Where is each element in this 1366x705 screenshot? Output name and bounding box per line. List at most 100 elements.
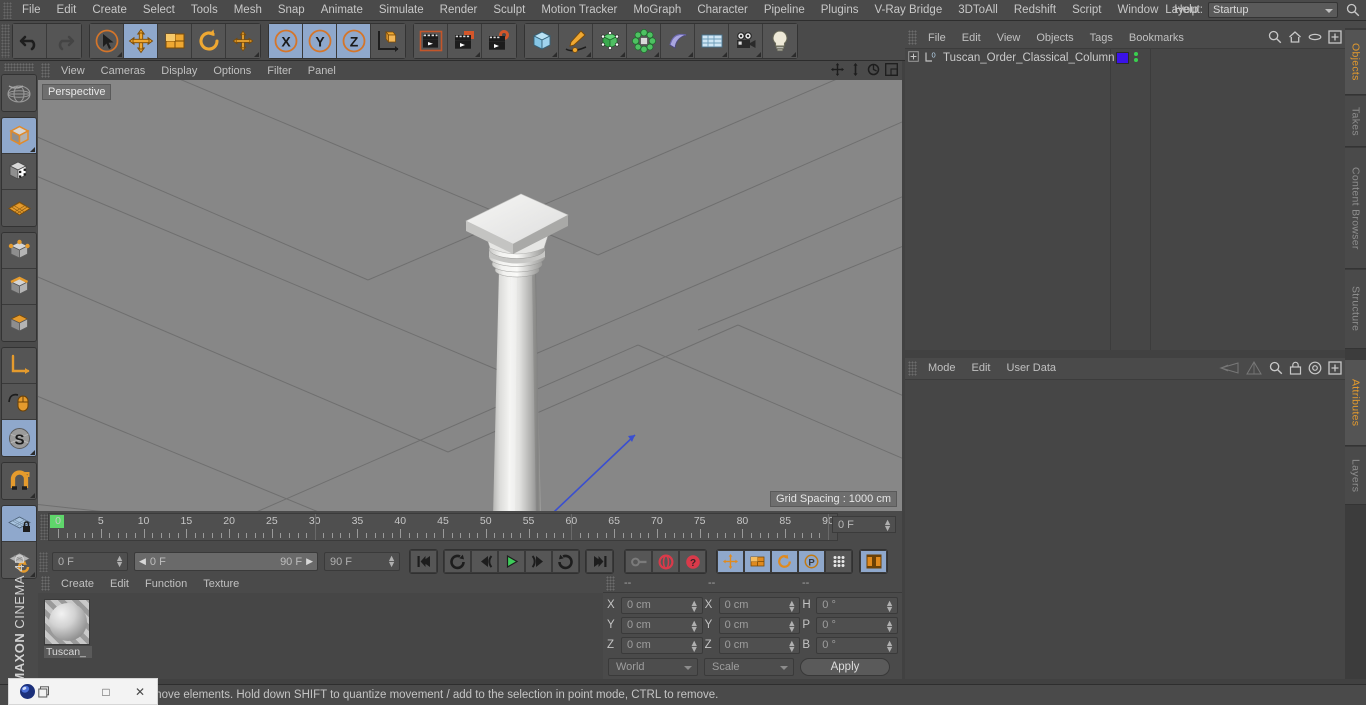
stepper-icon[interactable]: ▲ ▼	[787, 618, 796, 633]
target-icon[interactable]	[1308, 361, 1322, 380]
vertical-tab-structure[interactable]: Structure	[1345, 270, 1366, 349]
viewport-globe-icon[interactable]	[2, 75, 36, 111]
render-view-icon[interactable]	[414, 23, 448, 58]
menu-item-3dtoall[interactable]: 3DToAll	[950, 0, 1006, 20]
world-object-axis-icon[interactable]	[371, 23, 405, 58]
undo-icon[interactable]	[13, 23, 47, 58]
coordinate-input-size[interactable]: 0 cm ▲ ▼	[718, 596, 801, 614]
coordinates-drag-grip[interactable]	[606, 575, 615, 591]
loop-playback-icon[interactable]	[552, 550, 579, 573]
menu-item-simulate[interactable]: Simulate	[371, 0, 432, 20]
menu-item-create[interactable]: Create	[84, 0, 135, 20]
menu-item-sculpt[interactable]: Sculpt	[485, 0, 533, 20]
search-icon[interactable]	[1269, 361, 1283, 380]
key-pla-icon[interactable]	[825, 550, 852, 573]
z-axis-icon[interactable]: Z	[337, 23, 371, 58]
menu-item-animate[interactable]: Animate	[313, 0, 371, 20]
stepper-icon[interactable]: ▲ ▼	[787, 598, 796, 613]
expand-toggle-icon[interactable]	[908, 49, 919, 67]
key-scale-icon[interactable]	[744, 550, 771, 573]
material-menu-function[interactable]: Function	[137, 575, 195, 593]
menu-item-window[interactable]: Window	[1109, 0, 1166, 20]
record-active-objects-icon[interactable]	[652, 550, 679, 573]
key-rotation-icon[interactable]	[771, 550, 798, 573]
objectmgr-menu-file[interactable]: File	[920, 29, 954, 47]
move-tool-icon[interactable]	[124, 23, 158, 58]
ellipse-icon[interactable]	[1308, 30, 1322, 49]
coordinate-input-rotation[interactable]: 0 ° ▲ ▼	[816, 636, 899, 654]
menu-item-script[interactable]: Script	[1064, 0, 1109, 20]
material-menu-create[interactable]: Create	[53, 575, 102, 593]
coordinate-input-position[interactable]: 0 cm ▲ ▼	[620, 636, 703, 654]
stepper-icon[interactable]: ▲ ▼	[883, 518, 892, 533]
rotate-tool-icon[interactable]	[192, 23, 226, 58]
object-tree[interactable]: 0 Tuscan_Order_Classical_Column	[905, 48, 1345, 350]
menu-item-motion-tracker[interactable]: Motion Tracker	[533, 0, 625, 20]
viewport-menu-filter[interactable]: Filter	[259, 62, 299, 80]
coordinate-system-dropdown[interactable]: World	[608, 658, 698, 676]
dolly-view-icon[interactable]	[849, 63, 862, 81]
new-tab-icon[interactable]	[1328, 361, 1342, 380]
point-mode-icon[interactable]	[2, 233, 36, 269]
polygon-mode-icon[interactable]	[2, 305, 36, 341]
material-list[interactable]: Tuscan_	[38, 593, 603, 679]
vertical-tab-layers[interactable]: Layers	[1345, 447, 1366, 505]
controls-drag-grip[interactable]	[39, 551, 48, 572]
new-layer-icon[interactable]	[1328, 30, 1342, 49]
object-row[interactable]: 0 Tuscan_Order_Classical_Column	[905, 49, 1345, 66]
workplane-mode-icon[interactable]	[2, 190, 36, 226]
attributes-menu-user-data[interactable]: User Data	[999, 359, 1065, 378]
vertical-tab-objects[interactable]: Objects	[1345, 30, 1366, 95]
y-axis-icon[interactable]: Y	[303, 23, 337, 58]
timeline-ruler[interactable]: 051015202530354045505560657075808590	[48, 513, 838, 541]
objectmgr-menu-tags[interactable]: Tags	[1082, 29, 1121, 47]
render-settings-icon[interactable]	[482, 23, 516, 58]
menu-item-mograph[interactable]: MoGraph	[625, 0, 689, 20]
range-left-arrow-icon[interactable]: ◀	[139, 556, 146, 567]
vertical-tab-content-browser[interactable]: Content Browser	[1345, 148, 1366, 269]
viewport-menu-cameras[interactable]: Cameras	[93, 62, 154, 80]
move-alt-icon[interactable]	[226, 23, 260, 58]
stepper-icon[interactable]: ▲ ▼	[115, 554, 124, 569]
coordinate-input-rotation[interactable]: 0 ° ▲ ▼	[816, 616, 899, 634]
autokey-record-icon[interactable]	[625, 550, 652, 573]
coordinate-input-rotation[interactable]: 0 ° ▲ ▼	[816, 596, 899, 614]
menu-item-v-ray-bridge[interactable]: V-Ray Bridge	[866, 0, 950, 20]
stepper-icon[interactable]: ▲ ▼	[690, 618, 699, 633]
vertical-tab-attributes[interactable]: Attributes	[1345, 360, 1366, 446]
viewport-solo-mouse-icon[interactable]	[2, 384, 36, 420]
layer-color-swatch[interactable]	[1116, 52, 1129, 64]
coordinate-input-position[interactable]: 0 cm ▲ ▼	[620, 596, 703, 614]
render-to-picture-viewer-icon[interactable]	[448, 23, 482, 58]
model-mode-icon[interactable]	[2, 118, 36, 154]
attributes-menu-mode[interactable]: Mode	[920, 359, 964, 378]
forward-arrow-icon[interactable]	[1245, 361, 1263, 380]
vertical-tab-takes[interactable]: Takes	[1345, 96, 1366, 147]
enable-snapping-s-icon[interactable]: S	[2, 420, 36, 456]
stepper-icon[interactable]: ▲ ▼	[387, 554, 396, 569]
apply-button[interactable]: Apply	[800, 658, 890, 676]
viewport-menu-panel[interactable]: Panel	[300, 62, 344, 80]
spline-pen-icon[interactable]	[559, 23, 593, 58]
coordinate-input-position[interactable]: 0 cm ▲ ▼	[620, 616, 703, 634]
key-parameter-icon[interactable]: P	[798, 550, 825, 573]
workplane-lock-icon[interactable]	[2, 506, 36, 542]
play-forward-icon[interactable]	[498, 550, 525, 573]
objectmgr-menu-edit[interactable]: Edit	[954, 29, 989, 47]
menu-item-pipeline[interactable]: Pipeline	[756, 0, 813, 20]
redo-icon[interactable]	[47, 23, 81, 58]
home-icon[interactable]	[1288, 30, 1302, 49]
key-position-icon[interactable]	[717, 550, 744, 573]
viewport-drag-grip[interactable]	[41, 63, 50, 78]
menu-item-file[interactable]: File	[14, 0, 49, 20]
magnet-snap-icon[interactable]	[2, 463, 36, 499]
step-back-icon[interactable]	[471, 550, 498, 573]
current-frame-input[interactable]: 0 F ▲ ▼	[52, 552, 128, 571]
play-backwards-loop-icon[interactable]	[444, 550, 471, 573]
autokeying-icon[interactable]: ?	[679, 550, 706, 573]
objectmgr-menu-objects[interactable]: Objects	[1028, 29, 1081, 47]
menu-item-plugins[interactable]: Plugins	[813, 0, 867, 20]
stepper-icon[interactable]: ▲ ▼	[787, 638, 796, 653]
generator-nurbs-icon[interactable]	[593, 23, 627, 58]
menu-item-edit[interactable]: Edit	[49, 0, 85, 20]
